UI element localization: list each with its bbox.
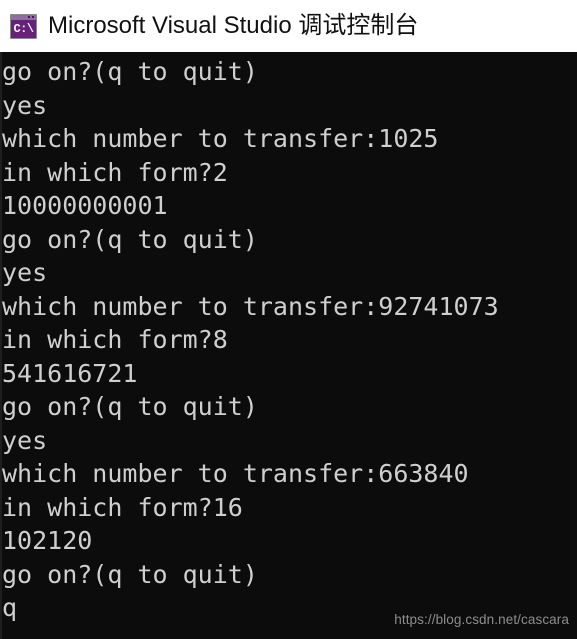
- window-titlebar: C:\ Microsoft Visual Studio 调试控制台: [0, 0, 577, 52]
- console-line: go on?(q to quit): [2, 57, 258, 86]
- console-line: in which form?8: [2, 325, 228, 354]
- visual-studio-debug-console-window: C:\ Microsoft Visual Studio 调试控制台 go on?…: [0, 0, 577, 639]
- console-line: 10000000001: [2, 191, 168, 220]
- console-line: in which form?2: [2, 157, 228, 187]
- console-line: go on?(q to quit): [2, 224, 258, 254]
- icon-prompt-glyph: C:\: [13, 21, 34, 36]
- console-line: which number to transfer:663840: [2, 459, 469, 488]
- console-line: yes: [2, 90, 48, 120]
- console-text-buffer: go on?(q to quit) yes which number to tran…: [2, 55, 577, 625]
- console-app-icon: C:\: [10, 13, 37, 39]
- icon-dot-right: [32, 15, 34, 18]
- console-line: in which form?16: [2, 492, 243, 522]
- console-line: which number to transfer:92741073: [2, 291, 499, 321]
- console-line: yes: [2, 258, 48, 287]
- console-output-area[interactable]: go on?(q to quit) yes which number to tran…: [0, 52, 577, 639]
- console-line: go on?(q to quit): [2, 559, 258, 589]
- console-line: which number to transfer:1025: [2, 124, 439, 153]
- console-line: 102120: [2, 526, 93, 555]
- console-line: 541616721: [2, 358, 138, 388]
- blog-watermark: https://blog.csdn.net/cascara: [394, 612, 569, 627]
- icon-dot-left: [28, 15, 30, 18]
- console-line: go on?(q to quit): [2, 392, 258, 421]
- window-title: Microsoft Visual Studio 调试控制台: [48, 12, 419, 39]
- console-line: yes: [2, 425, 48, 455]
